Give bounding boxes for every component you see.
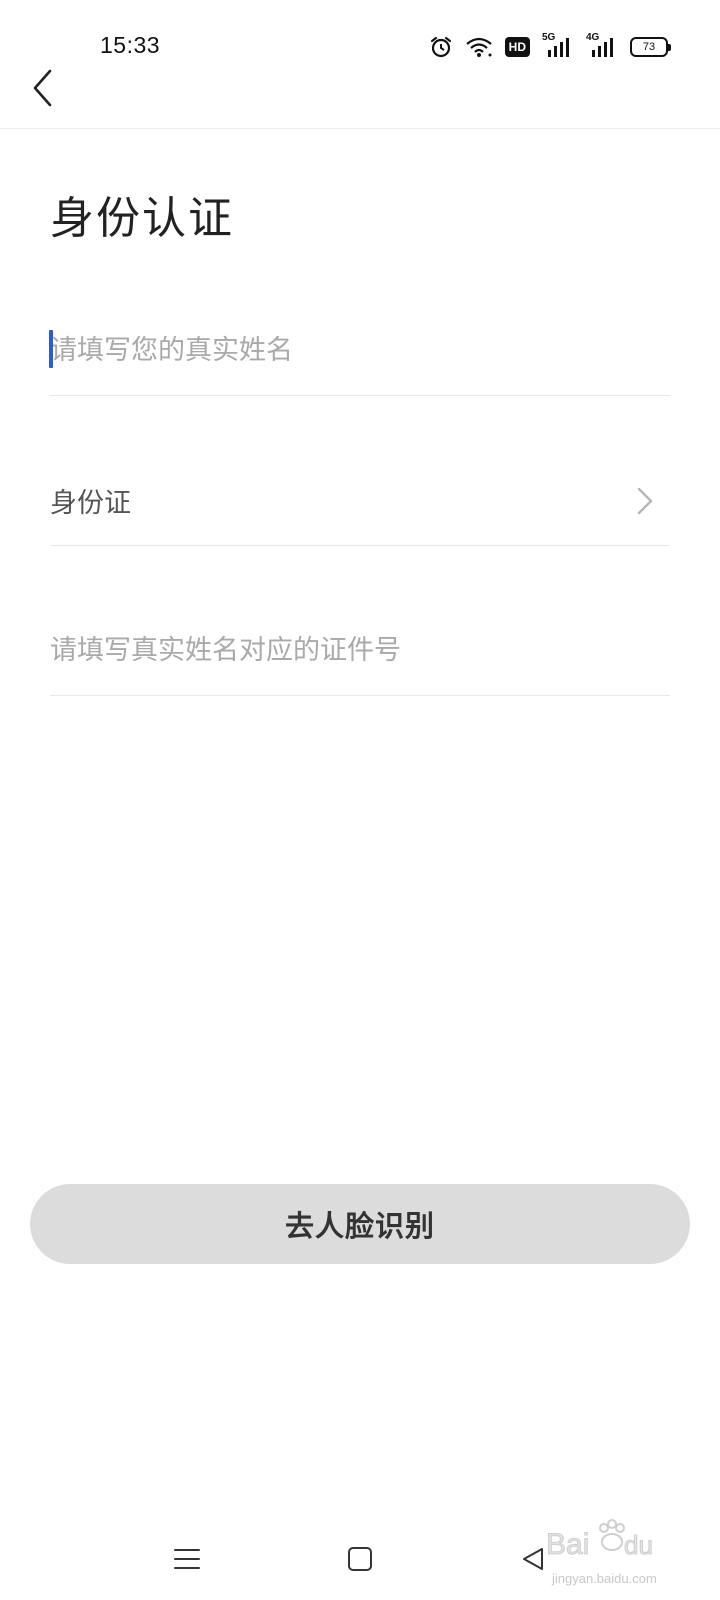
chevron-right-icon [630, 481, 660, 521]
wifi-icon [465, 34, 493, 60]
baidu-watermark: Bai du jingyan.baidu.com [546, 1518, 686, 1588]
menu-icon [174, 1549, 200, 1569]
svg-text:Bai: Bai [546, 1528, 589, 1561]
status-icons: HD 5G 4G 73 [429, 32, 671, 60]
id-number-field[interactable] [50, 606, 670, 696]
battery-level: 73 [642, 41, 656, 53]
id-number-input[interactable] [50, 635, 670, 666]
status-time: 15:33 [100, 32, 161, 58]
battery-icon: 73 [630, 34, 671, 60]
text-cursor [49, 330, 53, 368]
real-name-field[interactable] [49, 306, 670, 396]
back-triangle-icon [523, 1548, 543, 1570]
face-recognition-button[interactable]: 去人脸识别 [30, 1184, 690, 1264]
id-type-label: 身份证 [50, 488, 131, 519]
alarm-icon [429, 34, 453, 60]
header-divider [0, 128, 720, 129]
watermark-text: jingyan.baidu.com [552, 1571, 657, 1586]
nav-home-button[interactable] [335, 1534, 385, 1584]
id-type-selector[interactable]: 身份证 [50, 456, 670, 546]
baidu-logo-icon: Bai du [546, 1519, 653, 1562]
home-icon [348, 1547, 372, 1571]
status-bar: 15:33 HD 5G 4G 73 [0, 0, 720, 80]
real-name-input[interactable] [50, 335, 670, 366]
signal-4g-icon: 4G [586, 32, 618, 60]
signal-5g-icon: 5G [542, 32, 574, 60]
page-title: 身份认证 [50, 193, 234, 244]
nav-menu-button[interactable] [162, 1534, 212, 1584]
back-button[interactable] [24, 64, 60, 112]
face-recognition-label: 去人脸识别 [284, 1209, 435, 1243]
hd-icon: HD [504, 34, 530, 60]
svg-text:du: du [624, 1530, 653, 1560]
chevron-left-icon [33, 69, 52, 107]
